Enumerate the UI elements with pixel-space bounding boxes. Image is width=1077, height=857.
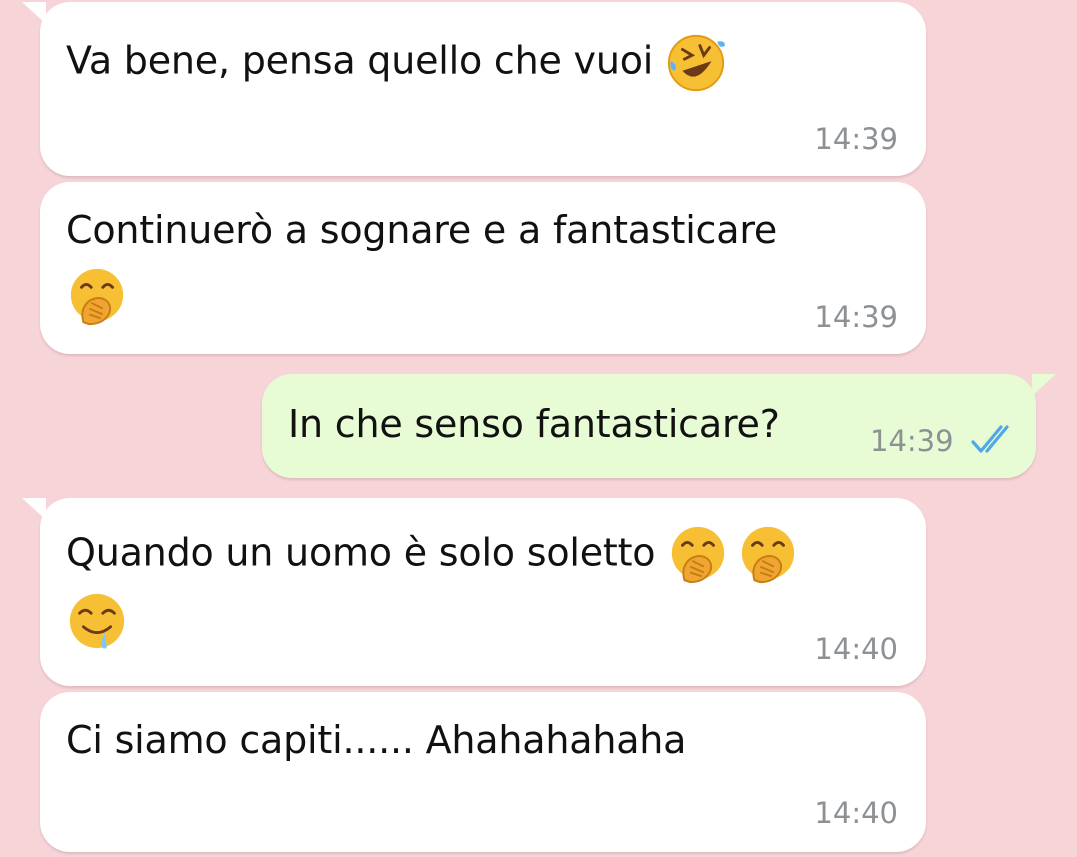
message-bubble-incoming[interactable]: Quando un uomo è solo soletto 14:40 [22, 498, 926, 686]
drooling-face-emoji [66, 590, 128, 652]
message-timestamp: 14:39 [870, 424, 954, 458]
message-emoji-row [66, 266, 128, 328]
message-text: Quando un uomo è solo soletto [66, 530, 656, 575]
message-text: Va bene, pensa quello che vuoi [66, 38, 654, 83]
bubble-tail [22, 498, 46, 520]
message-bubble-incoming[interactable]: Va bene, pensa quello che vuoi 14:39 [22, 2, 926, 176]
message-timestamp: 14:39 [814, 122, 898, 156]
message-text-row: Va bene, pensa quello che vuoi [66, 32, 727, 94]
hand-over-mouth-emoji [737, 524, 799, 586]
message-text-row: Quando un uomo è solo soletto [66, 524, 799, 586]
message-bubble-incoming[interactable]: Continuerò a sognare e a fantasticare 14… [40, 182, 926, 354]
hand-over-mouth-emoji [667, 524, 729, 586]
read-receipt-double-check-icon [971, 425, 1009, 453]
message-text: In che senso fantasticare? [288, 402, 780, 446]
message-timestamp: 14:39 [814, 300, 898, 334]
message-timestamp: 14:40 [814, 796, 898, 830]
message-emoji-row [66, 590, 128, 652]
rolling-on-floor-laughing-emoji [665, 32, 727, 94]
message-bubble-outgoing[interactable]: In che senso fantasticare? 14:39 [262, 374, 1056, 478]
message-text: Ci siamo capiti...... Ahahahahaha [66, 718, 687, 762]
hand-over-mouth-emoji [66, 266, 128, 328]
message-timestamp: 14:40 [814, 632, 898, 666]
bubble-tail [22, 2, 46, 24]
message-text: Continuerò a sognare e a fantasticare [66, 208, 778, 252]
message-bubble-incoming[interactable]: Ci siamo capiti...... Ahahahahaha 14:40 [40, 692, 926, 852]
bubble-tail [1032, 374, 1056, 396]
